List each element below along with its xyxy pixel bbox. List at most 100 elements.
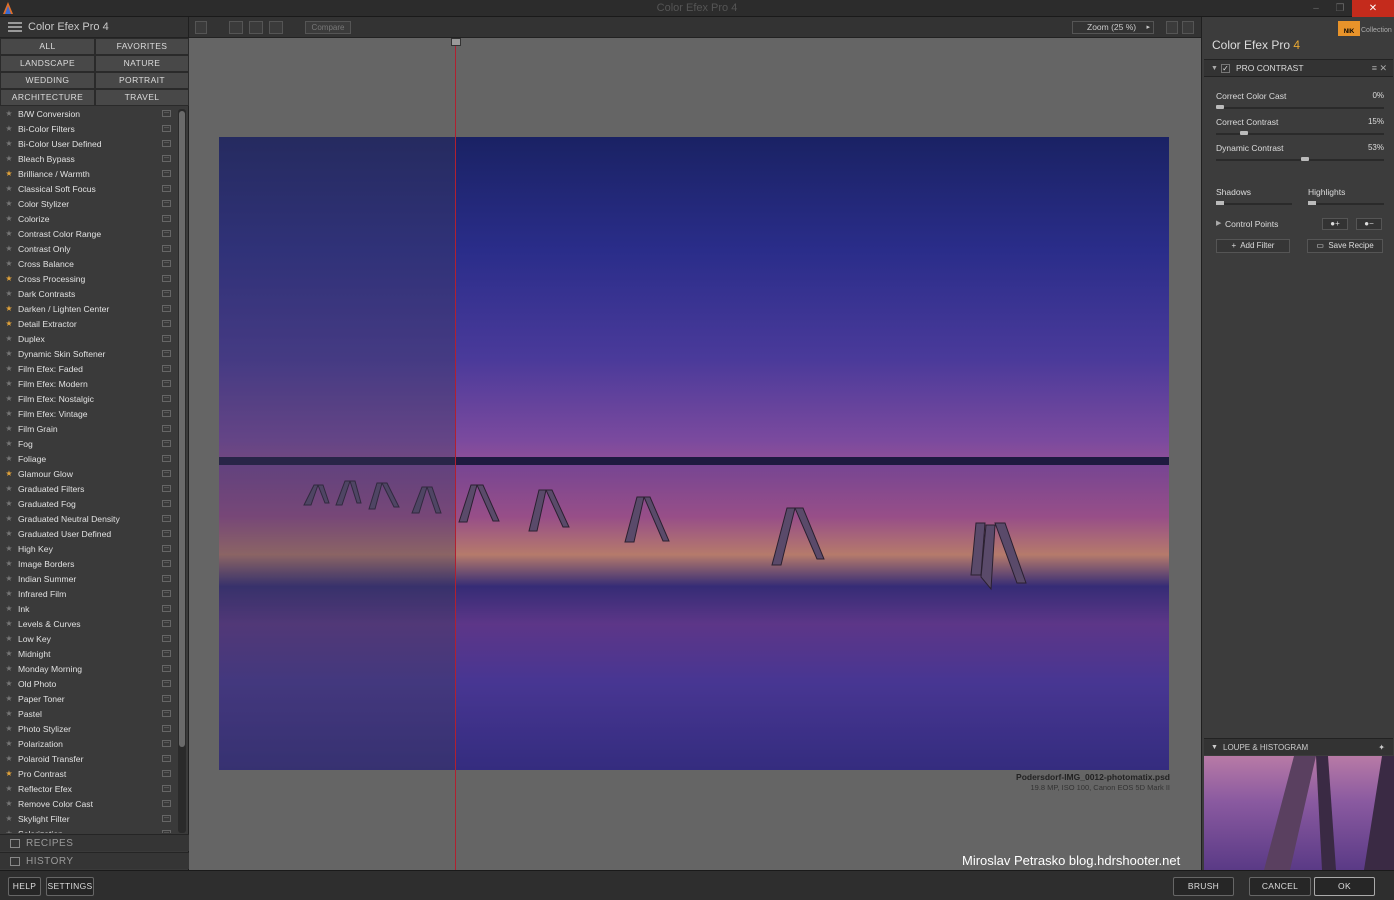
filter-list-item[interactable]: ★ Infrared Film [0,586,176,601]
category-portrait[interactable]: PORTRAIT [95,72,189,89]
filter-preset-icon[interactable] [162,200,171,207]
favorite-star-icon[interactable]: ★ [0,349,18,358]
filter-preset-icon[interactable] [162,290,171,297]
filter-preset-icon[interactable] [162,830,171,833]
favorite-star-icon[interactable]: ★ [0,244,18,253]
favorite-star-icon[interactable]: ★ [0,574,18,583]
favorite-star-icon[interactable]: ★ [0,589,18,598]
category-nature[interactable]: NATURE [95,55,189,72]
favorite-star-icon[interactable]: ★ [0,169,18,178]
filter-preset-icon[interactable] [162,500,171,507]
favorite-star-icon[interactable]: ★ [0,544,18,553]
filter-list-item[interactable]: ★ Photo Stylizer [0,721,176,736]
favorite-star-icon[interactable]: ★ [0,364,18,373]
favorite-star-icon[interactable]: ★ [0,199,18,208]
filter-list-item[interactable]: ★ Classical Soft Focus [0,181,176,196]
filter-list-item[interactable]: ★ Darken / Lighten Center [0,301,176,316]
category-favorites[interactable]: FAVORITES [95,38,189,55]
filter-preset-icon[interactable] [162,455,171,462]
filter-preset-icon[interactable] [162,605,171,612]
filter-list-item[interactable]: ★ Dynamic Skin Softener [0,346,176,361]
favorite-star-icon[interactable]: ★ [0,409,18,418]
favorite-star-icon[interactable]: ★ [0,334,18,343]
filter-list-item[interactable]: ★ Levels & Curves [0,616,176,631]
history-section[interactable]: HISTORY [0,852,189,869]
filter-list-item[interactable]: ★ Film Efex: Faded [0,361,176,376]
favorite-star-icon[interactable]: ★ [0,724,18,733]
filter-preset-icon[interactable] [162,305,171,312]
single-view-icon[interactable] [229,21,243,34]
category-all[interactable]: ALL [0,38,95,55]
add-filter-button[interactable]: + Add Filter [1216,239,1290,253]
scrollbar-thumb[interactable] [179,111,185,747]
filter-preset-icon[interactable] [162,785,171,792]
filter-list-item[interactable]: ★ Glamour Glow [0,466,176,481]
filter-list-item[interactable]: ★ Duplex [0,331,176,346]
favorite-star-icon[interactable]: ★ [0,394,18,403]
favorite-star-icon[interactable]: ★ [0,379,18,388]
slider-correct-color-cast[interactable]: Correct Color Cast 0% [1216,91,1384,109]
filter-list-item[interactable]: ★ Contrast Color Range [0,226,176,241]
filter-list-item[interactable]: ★ Remove Color Cast [0,796,176,811]
filter-preset-icon[interactable] [162,740,171,747]
filter-preset-icon[interactable] [162,170,171,177]
filter-list-item[interactable]: ★ Polaroid Transfer [0,751,176,766]
filter-header[interactable]: ▼ ✓ PRO CONTRAST ≡ ✕ [1204,59,1393,77]
filter-list-item[interactable]: ★ Skylight Filter [0,811,176,826]
favorite-star-icon[interactable]: ★ [0,499,18,508]
filter-preset-icon[interactable] [162,575,171,582]
filter-preset-icon[interactable] [162,140,171,147]
filter-list-item[interactable]: ★ Foliage [0,451,176,466]
slider-knob[interactable] [1240,131,1248,135]
filter-list-item[interactable]: ★ Midnight [0,646,176,661]
filter-list-item[interactable]: ★ Bi-Color User Defined [0,136,176,151]
filter-list-scrollbar[interactable] [178,109,186,833]
ok-button[interactable]: OK [1314,877,1375,896]
filter-list-item[interactable]: ★ Ink [0,601,176,616]
split-view-icon[interactable] [249,21,263,34]
add-control-point-icon[interactable]: ●+ [1322,218,1348,230]
filter-list-item[interactable]: ★ Paper Toner [0,691,176,706]
side-by-side-view-icon[interactable] [269,21,283,34]
favorite-star-icon[interactable]: ★ [0,664,18,673]
slider-knob[interactable] [1216,201,1224,205]
filter-preset-icon[interactable] [162,530,171,537]
favorite-star-icon[interactable]: ★ [0,559,18,568]
filter-list-item[interactable]: ★ Image Borders [0,556,176,571]
split-handle-icon[interactable] [451,38,461,46]
category-landscape[interactable]: LANDSCAPE [0,55,95,72]
collapse-triangle-icon[interactable]: ▼ [1211,739,1218,756]
help-button[interactable]: HELP [8,877,41,896]
filter-list-item[interactable]: ★ Monday Morning [0,661,176,676]
slider-correct-contrast[interactable]: Correct Contrast 15% [1216,117,1384,135]
favorite-star-icon[interactable]: ★ [0,799,18,808]
control-points-row[interactable]: ▶ Control Points ●+ ●− [1204,215,1393,233]
filter-list-item[interactable]: ★ High Key [0,541,176,556]
filter-preset-icon[interactable] [162,260,171,267]
filter-preset-icon[interactable] [162,410,171,417]
filter-preset-icon[interactable] [162,620,171,627]
favorite-star-icon[interactable]: ★ [0,439,18,448]
filter-preset-icon[interactable] [162,680,171,687]
filter-list-item[interactable]: ★ Old Photo [0,676,176,691]
filter-preset-icon[interactable] [162,380,171,387]
filter-preset-icon[interactable] [162,635,171,642]
favorite-star-icon[interactable]: ★ [0,259,18,268]
filter-preset-icon[interactable] [162,245,171,252]
filter-list-item[interactable]: ★ Colorize [0,211,176,226]
background-color-icon[interactable] [1166,21,1178,34]
filter-list-item[interactable]: ★ Color Stylizer [0,196,176,211]
filter-list-item[interactable]: ★ Pro Contrast [0,766,176,781]
favorite-star-icon[interactable]: ★ [0,154,18,163]
filter-list-item[interactable]: ★ Bleach Bypass [0,151,176,166]
slider-dynamic-contrast[interactable]: Dynamic Contrast 53% [1216,143,1384,161]
favorite-star-icon[interactable]: ★ [0,814,18,823]
image-canvas[interactable]: Podersdorf-IMG_0012-photomatix.psd 19.8 … [189,38,1201,870]
filter-list-item[interactable]: ★ Graduated User Defined [0,526,176,541]
maximize-button[interactable]: ❐ [1328,0,1352,17]
slider-knob[interactable] [1216,105,1224,109]
favorite-star-icon[interactable]: ★ [0,739,18,748]
filter-list-item[interactable]: ★ Bi-Color Filters [0,121,176,136]
collapse-triangle-icon[interactable]: ▼ [1211,60,1218,77]
filter-list-item[interactable]: ★ B/W Conversion [0,106,176,121]
